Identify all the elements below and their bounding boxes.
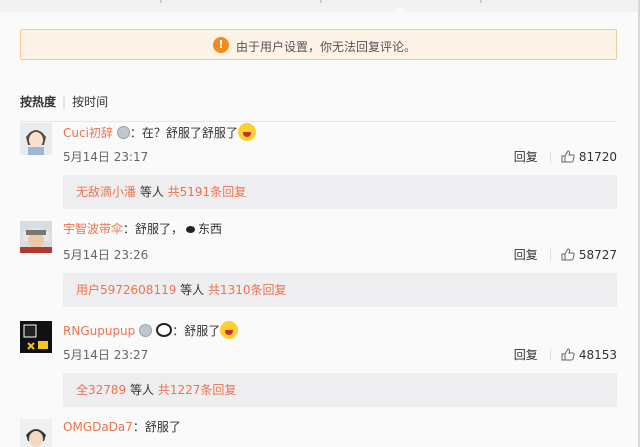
like-button[interactable]: 58727 [561, 248, 617, 262]
reply-button[interactable]: 回复 [514, 348, 538, 362]
replies-mid-text: 等人 [136, 185, 168, 199]
tab-separator [320, 0, 322, 3]
sort-tabs: 按热度 | 按时间 [20, 93, 108, 110]
username-link[interactable]: 宇智波带伞 [63, 222, 123, 236]
action-separator [549, 249, 551, 261]
laugh-emoji-icon [237, 123, 256, 141]
sort-by-time-tab[interactable]: 按时间 [72, 95, 108, 109]
comment-date: 5月14日 23:27 [63, 348, 149, 362]
panda-emoji-icon [156, 323, 173, 337]
avatar[interactable] [20, 221, 52, 253]
comment-content: OMGDaDa7：舒服了 [63, 419, 181, 435]
tab-separator [160, 0, 162, 3]
thumbs-up-icon [561, 150, 575, 163]
reply-user-link[interactable]: 全32789 [76, 383, 126, 397]
replies-mid-text: 等人 [176, 283, 208, 297]
comment-item: RNGupupup ：舒服了 5月14日 23:27 回复 48153 全32789… [20, 321, 617, 411]
eye-emoji-icon [186, 226, 196, 233]
laugh-emoji-icon [220, 321, 239, 339]
reply-restriction-notice: ! 由于用户设置，你无法回复评论。 [20, 29, 617, 60]
sort-by-hot-tab[interactable]: 按热度 [20, 95, 56, 109]
comment-content: Cuci初辞 ：在？舒服了舒服了 [63, 123, 256, 141]
notice-text: 由于用户设置，你无法回复评论。 [236, 40, 417, 54]
warning-icon: ! [213, 37, 229, 53]
action-separator [549, 151, 551, 163]
tab-separator [480, 0, 482, 3]
comment-date: 5月14日 23:26 [63, 248, 149, 262]
replies-count-link[interactable]: 共5191条回复 [168, 185, 247, 199]
comment-item: OMGDaDa7：舒服了 [20, 419, 617, 447]
comment-item: 宇智波带伞：舒服了， 东西 5月14日 23:26 回复 58727 用户59726… [20, 221, 617, 311]
reply-button[interactable]: 回复 [514, 248, 538, 262]
avatar[interactable] [20, 123, 52, 155]
replies-summary[interactable]: 用户5972608119 等人 共1310条回复 [63, 273, 617, 307]
reply-user-link[interactable]: 无敌滴小潘 [76, 185, 136, 199]
comment-panel: ! 由于用户设置，你无法回复评论。 按热度 | 按时间 Cuci初辞 ：在？舒服了舒服… [0, 12, 640, 447]
comment-actions: 回复 81720 [514, 148, 617, 165]
username-link[interactable]: RNGupupup [63, 324, 135, 338]
comment-actions: 回复 48153 [514, 346, 617, 363]
replies-mid-text: 等人 [126, 383, 158, 397]
comment-text: ：在？舒服了舒服了 [129, 126, 238, 140]
thumbs-up-icon [561, 348, 575, 361]
username-link[interactable]: OMGDaDa7 [63, 420, 133, 434]
replies-summary[interactable]: 全32789 等人 共1227条回复 [63, 373, 617, 407]
avatar[interactable] [20, 321, 52, 353]
action-separator [549, 349, 551, 361]
reply-button[interactable]: 回复 [514, 150, 538, 164]
comment-text: ：舒服了， [123, 222, 184, 236]
avatar[interactable] [20, 419, 52, 447]
like-button[interactable]: 48153 [561, 348, 617, 362]
replies-count-link[interactable]: 共1227条回复 [158, 383, 237, 397]
like-count: 81720 [578, 150, 617, 164]
divider [20, 121, 617, 122]
like-button[interactable]: 81720 [561, 150, 617, 164]
top-divider [0, 0, 640, 13]
comment-actions: 回复 58727 [514, 246, 617, 263]
comment-content: RNGupupup ：舒服了 [63, 321, 239, 339]
comment-text: ：舒服了 [172, 324, 221, 338]
thumbs-up-icon [561, 248, 575, 261]
comment-date: 5月14日 23:17 [63, 150, 149, 164]
comment-content: 宇智波带伞：舒服了， 东西 [63, 221, 222, 237]
replies-count-link[interactable]: 共1310条回复 [208, 283, 287, 297]
user-badge-icon [139, 324, 153, 337]
replies-summary[interactable]: 无敌滴小潘 等人 共5191条回复 [63, 175, 617, 209]
comment-item: Cuci初辞 ：在？舒服了舒服了 5月14日 23:17 回复 81720 无敌滴小… [20, 123, 617, 213]
reply-user-link[interactable]: 用户5972608119 [76, 283, 176, 297]
username-link[interactable]: Cuci初辞 [63, 126, 113, 140]
comment-text: ：舒服了 [132, 420, 181, 434]
user-badge-icon [116, 126, 130, 139]
like-count: 58727 [578, 248, 617, 262]
sort-separator: | [62, 95, 67, 109]
like-count: 48153 [578, 348, 617, 362]
comment-text-extra: 东西 [198, 222, 223, 236]
